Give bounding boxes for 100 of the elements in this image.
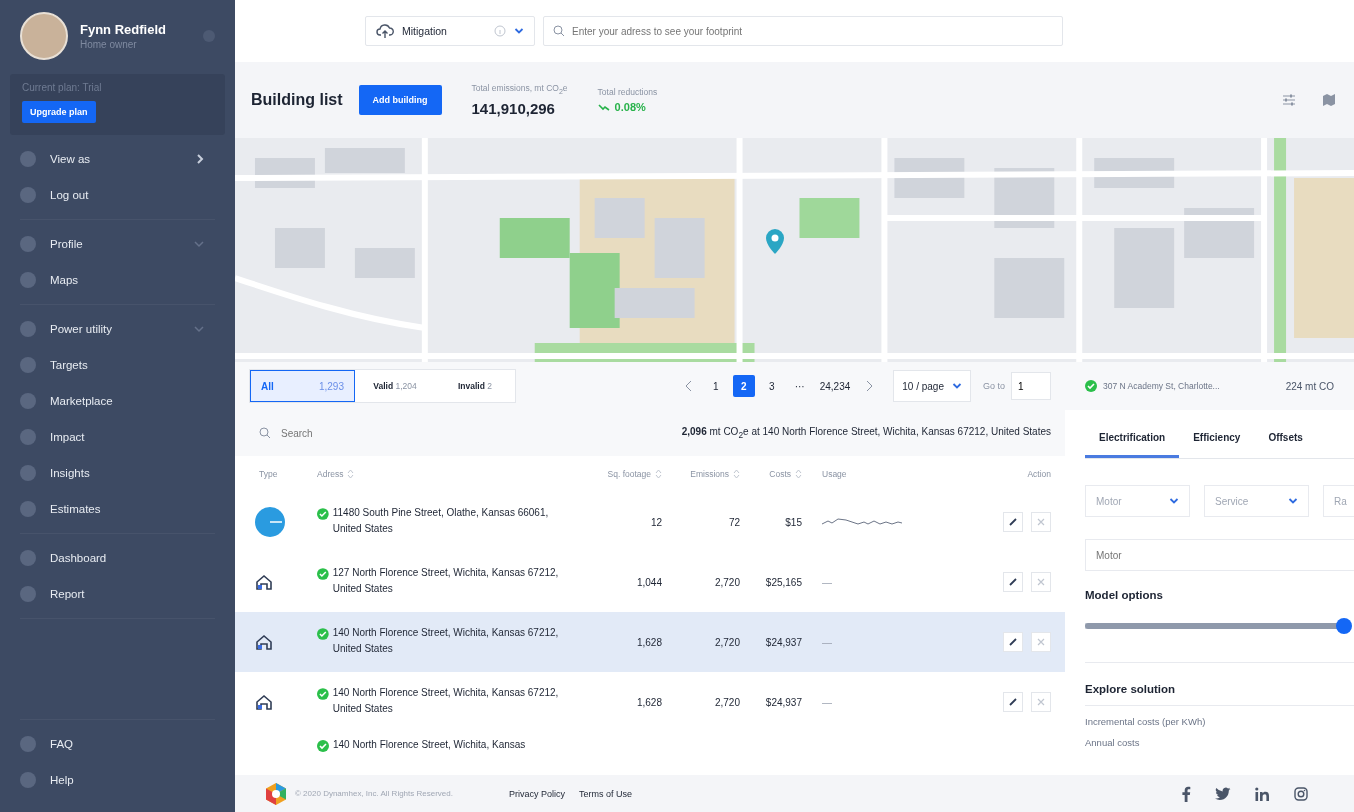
delete-button[interactable] xyxy=(1031,512,1051,532)
page-title: Building list xyxy=(251,91,343,109)
page-button[interactable]: ··· xyxy=(788,375,811,397)
stat-value: 141,910,296 xyxy=(471,99,556,117)
column-header: Action xyxy=(1027,469,1051,479)
menu-dot-icon xyxy=(20,736,36,752)
filter-tab[interactable]: All 1,293 xyxy=(250,370,355,402)
delete-button[interactable] xyxy=(1031,692,1051,712)
sidebar-item[interactable]: Impact xyxy=(50,431,215,443)
stat-label: Total emissions, mt CO$_{2}$e xyxy=(471,83,568,96)
table-cell: 1,044 xyxy=(636,576,662,588)
sidebar-item[interactable]: Insights xyxy=(50,467,215,479)
twitter-icon[interactable] xyxy=(1215,786,1231,801)
table-cell: 1,628 xyxy=(636,696,662,708)
panel-tab[interactable]: Efficiency xyxy=(1179,420,1255,458)
close-icon xyxy=(1036,697,1046,707)
menu-dot-icon xyxy=(20,393,36,409)
usage-cell: — xyxy=(822,696,832,708)
next-page-icon[interactable] xyxy=(865,380,874,392)
trend-down-icon xyxy=(597,103,610,111)
info-icon xyxy=(494,25,506,37)
edit-button[interactable] xyxy=(1003,632,1023,652)
sidebar-item[interactable]: View as xyxy=(50,153,181,165)
chevron-down-icon xyxy=(514,27,524,35)
sliders-icon[interactable] xyxy=(1282,93,1296,107)
table-cell: $15 xyxy=(785,516,802,528)
search-icon xyxy=(553,25,565,37)
map-icon[interactable] xyxy=(1322,93,1336,107)
sort-icon[interactable] xyxy=(655,469,662,479)
sort-icon[interactable] xyxy=(795,469,802,479)
delete-button[interactable] xyxy=(1031,572,1051,592)
facebook-icon[interactable] xyxy=(1181,785,1191,802)
chevron-down-icon xyxy=(952,382,962,390)
sidebar-item[interactable]: Report xyxy=(50,588,215,600)
location-pin-icon xyxy=(764,228,786,256)
circle-type-icon xyxy=(255,507,285,537)
search-field[interactable]: Search xyxy=(259,421,459,445)
sort-icon[interactable] xyxy=(733,469,740,479)
address-cell-text: 140 North Florence Street, Wichita, Kansas 67212, United States xyxy=(332,685,560,716)
edit-button[interactable] xyxy=(1003,572,1023,592)
motor-field[interactable]: Motor xyxy=(1085,539,1354,571)
table-cell: 2,720 xyxy=(714,696,740,708)
menu-dot-icon xyxy=(20,236,36,252)
delete-button[interactable] xyxy=(1031,632,1051,652)
linkedin-icon[interactable] xyxy=(1255,786,1270,801)
sort-icon[interactable] xyxy=(347,469,355,479)
edit-button[interactable] xyxy=(1003,692,1023,712)
user-name: Fynn Redfield xyxy=(80,22,167,37)
table-cell: $24,937 xyxy=(765,696,802,708)
table-cell: 2,720 xyxy=(714,636,740,648)
house-icon xyxy=(255,573,273,591)
close-icon xyxy=(1036,517,1046,527)
address-cell-text: 127 North Florence Street, Wichita, Kansas 67212, United States xyxy=(332,565,560,596)
sidebar-item[interactable]: Marketplace xyxy=(50,395,215,407)
building-address: 307 N Academy St, Charlotte... xyxy=(1103,381,1221,391)
menu-dot-icon xyxy=(20,429,36,445)
sidebar-item[interactable]: Power utility xyxy=(50,323,179,335)
menu-dot-icon xyxy=(20,187,36,203)
sidebar-item[interactable]: Profile xyxy=(50,238,179,250)
stat-label: Total reductions xyxy=(597,87,658,97)
pencil-icon xyxy=(1008,697,1018,707)
sidebar-item[interactable]: Dashboard xyxy=(50,552,215,564)
search-icon xyxy=(259,427,271,439)
check-icon xyxy=(1085,380,1097,392)
sidebar-item[interactable]: Log out xyxy=(50,189,215,201)
page-button[interactable]: 2 xyxy=(732,375,755,397)
panel-tab[interactable]: Offsets xyxy=(1254,420,1317,458)
page-button[interactable]: 24,234 xyxy=(816,375,854,397)
table-cell: 72 xyxy=(728,516,740,528)
sidebar-item[interactable]: Estimates xyxy=(50,503,215,515)
mode-dropdown[interactable]: Mitigation xyxy=(365,16,535,46)
previous-page-icon[interactable] xyxy=(684,380,693,392)
slider-thumb[interactable] xyxy=(1335,618,1352,634)
table-row[interactable]: 140 North Florence Street, Wichita, Kansas 67212, United States 1,628 2,720 $24,937 — xyxy=(235,612,1065,672)
column-header: Usage xyxy=(822,469,847,479)
page-button[interactable]: 3 xyxy=(760,375,783,397)
chevron-right-icon xyxy=(195,153,205,165)
table-cell: 2,720 xyxy=(714,576,740,588)
sidebar-item[interactable]: Targets xyxy=(50,359,215,371)
usage-cell: — xyxy=(822,636,832,648)
page-button[interactable]: 1 xyxy=(704,375,727,397)
close-icon xyxy=(1036,637,1046,647)
address-search-field[interactable]: Enter your adress to see your footprint xyxy=(543,16,1063,46)
chevron-down-icon xyxy=(1288,497,1298,505)
sidebar-item[interactable]: Help xyxy=(50,774,215,786)
upgrade-button[interactable]: Upgrade plan xyxy=(22,101,96,123)
sidebar-item[interactable]: FAQ xyxy=(50,738,215,750)
section-title: Model options xyxy=(1085,589,1164,601)
sidebar-item[interactable]: Maps xyxy=(50,274,215,286)
pencil-icon xyxy=(1008,637,1018,647)
goto-label: Go to xyxy=(983,381,1005,391)
add-building-button[interactable]: Add building xyxy=(358,85,442,115)
edit-button[interactable] xyxy=(1003,512,1023,532)
footer-link[interactable]: Privacy Policy xyxy=(509,788,565,799)
page-size-dropdown[interactable]: 10 / page xyxy=(893,370,971,402)
panel-tab[interactable]: Electrification xyxy=(1085,420,1180,458)
instagram-icon[interactable] xyxy=(1294,786,1308,801)
footer-link[interactable]: Terms of Use xyxy=(579,788,633,799)
menu-dot-icon xyxy=(20,321,36,337)
goto-field[interactable]: 1 xyxy=(1011,372,1051,400)
